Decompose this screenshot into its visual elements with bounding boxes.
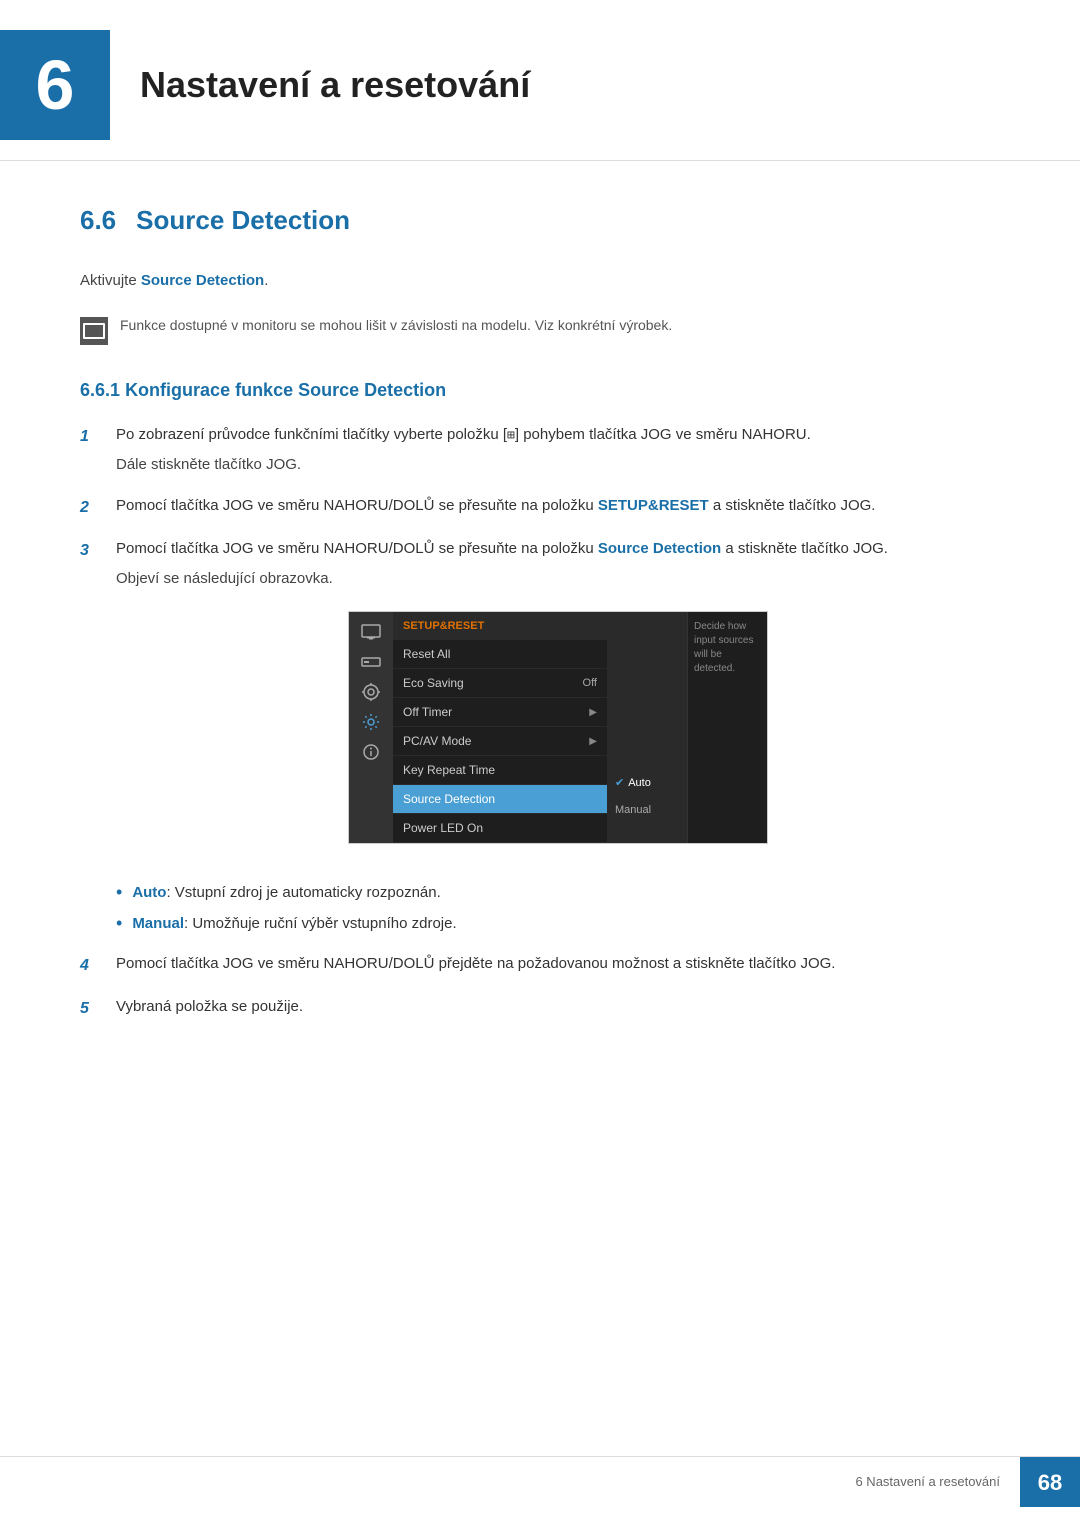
menu-screenshot: SETUP&RESET Reset All Eco Saving Off Off… [348,611,768,845]
menu-item-key-repeat: Key Repeat Time [393,756,607,785]
bullet-manual: • Manual: Umožňuje ruční výběr vstupního… [116,913,1000,936]
menu-icon-gear [357,710,385,734]
step-3: 3 Pomocí tlačítka JOG ve směru NAHORU/DO… [80,538,1000,865]
menu-hint-col: Decide how input sources will be detecte… [687,612,767,844]
section-heading: 6.6 Source Detection [80,201,1000,240]
step-3-sub: Objeví se následující obrazovka. [116,568,1000,591]
menu-icon-brightness [357,650,385,674]
step-5: 5 Vybraná položka se použije. [80,996,1000,1021]
step-1: 1 Po zobrazení průvodce funkčními tlačít… [80,424,1000,477]
menu-item-off-timer: Off Timer ▶ [393,698,607,727]
menu-icon-picture [357,680,385,704]
menu-icons-col [349,612,393,844]
menu-main-col: SETUP&RESET Reset All Eco Saving Off Off… [393,612,607,844]
menu-item-source-detection: Source Detection [393,785,607,814]
chapter-header: 6 Nastavení a resetování [0,0,1080,161]
step-1-sub: Dále stiskněte tlačítko JOG. [116,454,1000,477]
chapter-title: Nastavení a resetování [140,58,530,112]
menu-submenu-auto: ✔ Auto [607,770,687,797]
section-number: 6.6 [80,201,116,240]
chapter-number: 6 [0,30,110,140]
note-text: Funkce dostupné v monitoru se mohou liši… [120,315,672,336]
menu-icon-info [357,740,385,764]
menu-item-reset-all: Reset All [393,640,607,669]
page-footer: 6 Nastavení a resetování 68 [0,1456,1080,1507]
menu-submenu-manual: Manual [607,797,687,824]
note-icon [80,317,108,345]
main-content: 6.6 Source Detection Aktivujte Source De… [0,201,1080,1119]
bullet-list: • Auto: Vstupní zdroj je automaticky roz… [116,882,1000,935]
step-2: 2 Pomocí tlačítka JOG ve směru NAHORU/DO… [80,495,1000,520]
menu-submenu-col: ✔ Auto Manual [607,612,687,844]
page-number: 68 [1020,1457,1080,1507]
activate-line: Aktivujte Source Detection. [80,270,1000,293]
step-4: 4 Pomocí tlačítka JOG ve směru NAHORU/DO… [80,953,1000,978]
activate-bold: Source Detection [141,272,264,289]
bullet-auto: • Auto: Vstupní zdroj je automaticky roz… [116,882,1000,905]
menu-icon-monitor [357,620,385,644]
menu-item-eco: Eco Saving Off [393,669,607,698]
footer-text: 6 Nastavení a resetování [835,1462,1020,1502]
note-box: Funkce dostupné v monitoru se mohou liši… [80,311,1000,349]
section-title: Source Detection [136,201,350,240]
subsection-heading: 6.6.1 Konfigurace funkce Source Detectio… [80,377,1000,404]
menu-item-power-led: Power LED On [393,814,607,843]
steps-list: 1 Po zobrazení průvodce funkčními tlačít… [80,424,1000,1022]
bullet-list-container: • Auto: Vstupní zdroj je automaticky roz… [116,882,1000,935]
menu-item-pcav: PC/AV Mode ▶ [393,727,607,756]
menu-header: SETUP&RESET [393,612,607,641]
